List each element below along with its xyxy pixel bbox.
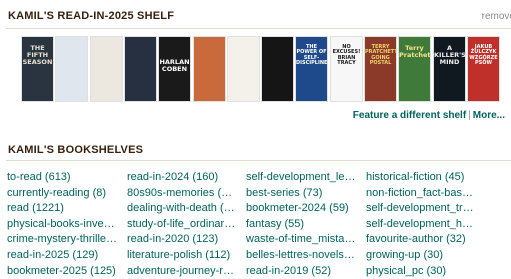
bookshelf-link[interactable]: dealing-with-death (1...: [127, 201, 237, 217]
bookshelf-link[interactable]: read-in-2025 (129): [7, 248, 117, 264]
book-cover-dark-figure-icon[interactable]: [125, 37, 156, 101]
shelf-footer-links: Feature a different shelf | More...: [353, 110, 505, 121]
bookshelf-link[interactable]: favourite-author (32): [366, 232, 476, 248]
bookshelf-link[interactable]: bookmeter-2025 (125): [7, 264, 117, 279]
book-cover-handwritten-icon[interactable]: [228, 37, 259, 101]
book-cover-text: Terry Pratchett: [399, 44, 430, 59]
bookshelf-link[interactable]: read-in-2024 (160): [127, 170, 237, 186]
book-cover-text: THE POWER OF SELF-DISCIPLINE: [296, 44, 327, 66]
shelf-title: KAMIL'S READ-IN-2025 SHELF: [8, 10, 175, 22]
bookshelf-link[interactable]: adventure-journey-ro...: [127, 264, 237, 279]
divider: [6, 28, 511, 29]
book-cover-jakub-zulczyk-icon[interactable]: JAKUB ŻULCZYK WZGÓRZE PSÓW: [468, 37, 499, 101]
bookshelf-link[interactable]: to-read (613): [7, 170, 117, 186]
bookshelf-link[interactable]: historical-fiction (45): [366, 170, 476, 186]
bookshelves-column: to-read (613) currently-reading (8) read…: [7, 170, 117, 279]
bookshelf-link[interactable]: physical-books-invent...: [7, 217, 117, 233]
bookshelf-link[interactable]: self-development_tre...: [366, 201, 476, 217]
bookshelf-link[interactable]: self-development_hab...: [366, 217, 476, 233]
book-cover-text: THE FIFTH SEASON: [22, 44, 53, 66]
book-cover-power-of-discipline-icon[interactable]: THE POWER OF SELF-DISCIPLINE: [296, 37, 327, 101]
bookshelf-link[interactable]: currently-reading (8): [7, 186, 117, 202]
bookshelf-link[interactable]: non-fiction_fact-base...: [366, 186, 476, 202]
book-cover-text: JAKUB ŻULCZYK WZGÓRZE PSÓW: [469, 44, 498, 66]
bookshelf-link[interactable]: fantasy (55): [246, 217, 356, 233]
remove-link[interactable]: remove: [482, 11, 511, 22]
bookshelf-link[interactable]: self-development_lea...: [246, 170, 356, 186]
bookshelf-link[interactable]: bookmeter-2024 (59): [246, 201, 356, 217]
bookshelf-link[interactable]: physical_pc (30): [366, 264, 476, 279]
book-cover-text: HARLAN COBEN: [159, 58, 190, 73]
bookshelf-link[interactable]: study-of-life_ordinary...: [127, 217, 237, 233]
bookshelves-column: historical-fiction (45) non-fiction_fact…: [366, 170, 476, 279]
book-cover-text: NO EXCUSES! BRIAN TRACY: [332, 44, 361, 66]
bookshelf-link[interactable]: belles-lettres-novels (...: [246, 248, 356, 264]
book-cover-pale-icon[interactable]: [91, 37, 122, 101]
book-cover-white-snow-icon[interactable]: [56, 37, 87, 101]
bookshelf-link[interactable]: 80s90s-memories (15...: [127, 186, 237, 202]
bookshelf-link[interactable]: read (1221): [7, 201, 117, 217]
book-cover-red-hair-icon[interactable]: [194, 37, 225, 101]
book-cover-text: A KILLER'S MIND: [434, 44, 465, 66]
more-link[interactable]: More...: [473, 110, 505, 121]
bookshelf-link[interactable]: growing-up (30): [366, 248, 476, 264]
feature-different-shelf-link[interactable]: Feature a different shelf: [353, 110, 466, 121]
bookshelf-link[interactable]: read-in-2020 (123): [127, 232, 237, 248]
divider: [6, 160, 511, 161]
book-cover-harlan-coben-icon[interactable]: HARLAN COBEN: [159, 37, 190, 101]
book-cover-going-postal-icon[interactable]: TERRY PRATCHETT GOING POSTAL: [365, 37, 396, 101]
book-cover-terry-pratchett-icon[interactable]: Terry Pratchett: [399, 37, 430, 101]
bookshelves-title: KAMIL'S BOOKSHELVES: [8, 144, 144, 156]
book-cover-killers-mind-icon[interactable]: A KILLER'S MIND: [434, 37, 465, 101]
bookshelf-link[interactable]: best-series (73): [246, 186, 356, 202]
bookshelf-link[interactable]: crime-mystery-thriller...: [7, 232, 117, 248]
link-separator: |: [468, 110, 471, 121]
book-cover-fifth-season-icon[interactable]: THE FIFTH SEASON: [22, 37, 53, 101]
book-cover-no-excuses-icon[interactable]: NO EXCUSES! BRIAN TRACY: [331, 37, 362, 101]
book-cover-text: TERRY PRATCHETT GOING POSTAL: [365, 44, 396, 66]
bookshelves-column: self-development_lea... best-series (73)…: [246, 170, 356, 279]
bookshelf-link[interactable]: waste-of-time_mistak...: [246, 232, 356, 248]
bookshelf-link[interactable]: read-in-2019 (52): [246, 264, 356, 279]
bookshelf-link[interactable]: literature-polish (112): [127, 248, 237, 264]
bookshelves-column: read-in-2024 (160) 80s90s-memories (15..…: [127, 170, 237, 279]
book-cover-black-beast-icon[interactable]: [262, 37, 293, 101]
